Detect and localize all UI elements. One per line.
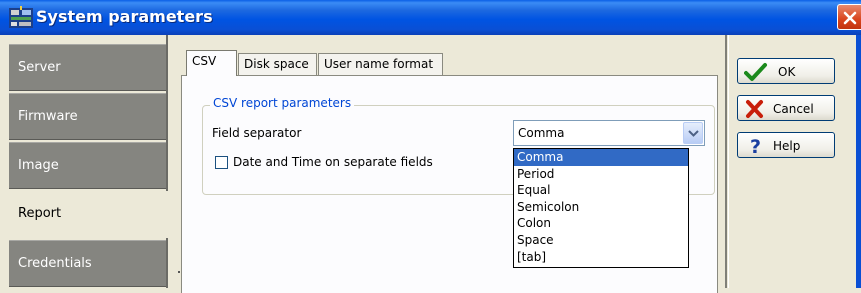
network-settings-icon [8,5,34,31]
sidebar-item-label: Image [18,158,59,173]
sidebar-item-image[interactable]: Image [9,142,166,189]
dropdown-option-equal[interactable]: Equal [514,182,688,199]
date-time-checkbox[interactable] [215,156,228,169]
sidebar-item-credentials[interactable]: Credentials [9,240,166,287]
sidebar-item-report[interactable]: Report [9,191,179,238]
checkmark-icon [744,63,767,81]
help-button[interactable]: ? Help [737,132,835,158]
question-mark-icon: ? [750,136,761,156]
panel-divider-mark [178,271,180,273]
dropdown-option-colon[interactable]: Colon [514,215,688,232]
system-parameters-window: System parameters Server Firmware Image … [0,0,861,293]
x-mark-icon [746,100,763,118]
help-button-label: Help [773,139,801,153]
close-button[interactable] [837,4,861,30]
sidebar-divider [166,35,168,288]
ok-button[interactable]: OK [737,58,835,84]
tab-disk-space[interactable]: Disk space [238,53,317,76]
sidebar-item-firmware[interactable]: Firmware [9,93,166,140]
window-title: System parameters [36,7,213,26]
cancel-button[interactable]: Cancel [737,95,835,121]
field-separator-value: Comma [518,126,565,140]
sidebar-item-label: Server [18,60,61,75]
sidebar-item-label: Credentials [18,256,92,271]
title-bar[interactable]: System parameters [0,0,861,35]
tab-label: CSV [192,54,217,68]
svg-text:?: ? [750,136,761,156]
group-title: CSV report parameters [210,96,355,110]
sidebar-item-label: Firmware [18,109,78,124]
dropdown-option-semicolon[interactable]: Semicolon [514,199,688,216]
field-separator-select[interactable]: Comma [513,120,705,146]
cancel-button-label: Cancel [773,102,814,116]
tab-user-name-format[interactable]: User name format [318,53,443,76]
ok-button-label: OK [778,65,796,79]
sidebar-item-server[interactable]: Server [9,44,166,91]
dropdown-option-period[interactable]: Period [514,166,688,183]
field-separator-label: Field separator [212,126,302,140]
dropdown-option-comma[interactable]: Comma [514,149,688,166]
button-column-divider-highlight [728,35,729,288]
button-column-divider [725,35,727,288]
dropdown-arrow-button[interactable] [683,122,703,144]
tab-csv[interactable]: CSV [186,50,237,76]
report-settings-panel: CSV Disk space User name format CSV repo… [175,35,720,293]
sidebar-item-label: Report [18,206,62,221]
close-icon [843,11,857,25]
separator-dropdown-list: Comma Period Equal Semicolon Colon Space… [513,148,689,268]
category-sidebar: Server Firmware Image Report Credentials [0,35,179,288]
dropdown-option-space[interactable]: Space [514,232,688,249]
window-right-border [856,35,861,288]
date-time-checkbox-label[interactable]: Date and Time on separate fields [233,155,433,169]
dropdown-option-tab[interactable]: [tab] [514,249,688,266]
chevron-down-icon [688,130,699,137]
tab-label: User name format [324,57,434,71]
tab-label: Disk space [244,57,309,71]
